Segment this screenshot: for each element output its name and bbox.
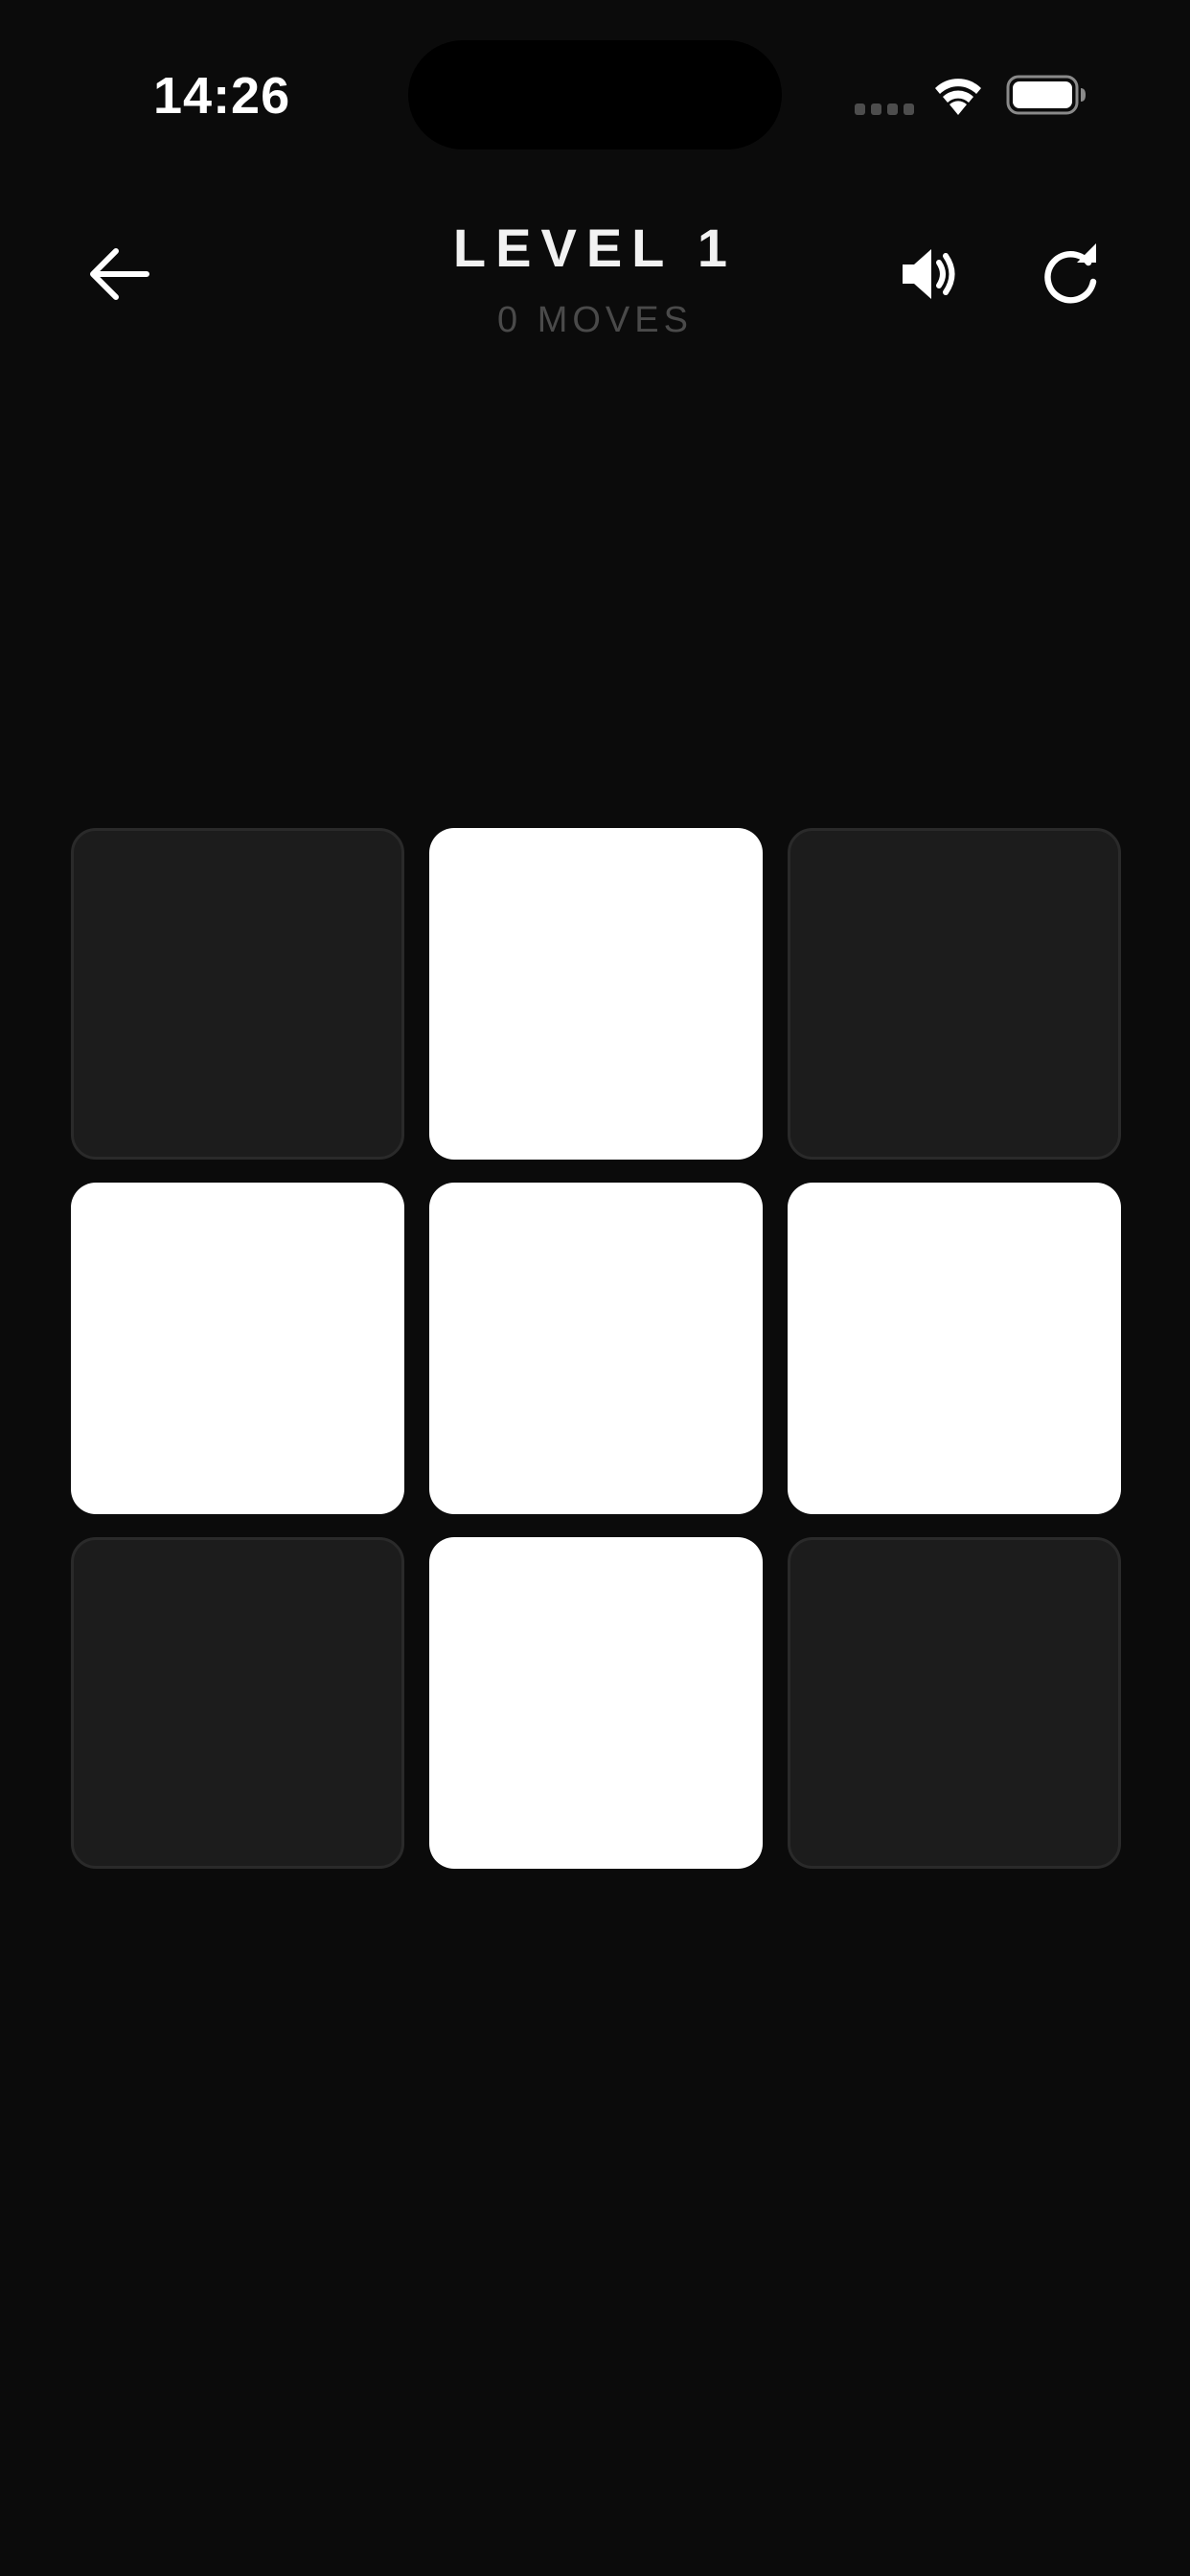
status-time: 14:26 xyxy=(153,67,291,125)
wifi-icon xyxy=(931,73,985,115)
tile-r2-c2-on[interactable] xyxy=(429,1183,763,1514)
reset-button[interactable] xyxy=(1023,228,1119,324)
tile-r2-c1-on[interactable] xyxy=(71,1183,404,1514)
sound-toggle-button[interactable] xyxy=(881,228,977,324)
battery-icon xyxy=(1006,75,1087,115)
moves-counter: 0 MOVES xyxy=(497,300,693,340)
speaker-icon xyxy=(899,245,960,308)
tile-r1-c2-on[interactable] xyxy=(429,828,763,1160)
tile-r3-c2-on[interactable] xyxy=(429,1537,763,1869)
tile-r3-c1-off[interactable] xyxy=(71,1537,404,1869)
game-board xyxy=(71,828,1121,1871)
refresh-icon xyxy=(1041,242,1102,310)
tile-r1-c3-off[interactable] xyxy=(788,828,1121,1160)
cellular-signal-icon xyxy=(855,104,916,115)
tile-r1-c1-off[interactable] xyxy=(71,828,404,1160)
dynamic-island xyxy=(408,40,782,150)
tile-r3-c3-off[interactable] xyxy=(788,1537,1121,1869)
level-title: LEVEL 1 xyxy=(452,218,738,278)
tile-r2-c3-on[interactable] xyxy=(788,1183,1121,1514)
